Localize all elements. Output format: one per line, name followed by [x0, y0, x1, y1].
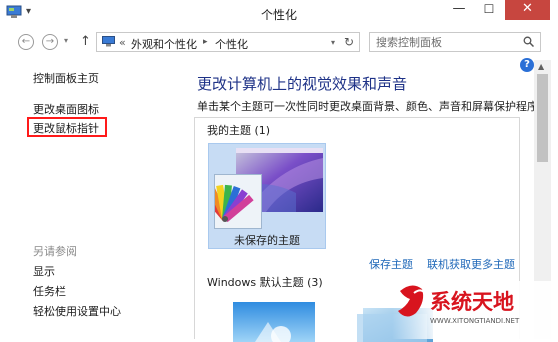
- back-button[interactable]: ←: [18, 34, 34, 50]
- breadcrumb-separator-icon[interactable]: ▸: [203, 37, 208, 47]
- ease-of-access-center-link[interactable]: 轻松使用设置中心: [33, 303, 121, 319]
- maximize-button[interactable]: ☐: [475, 0, 503, 20]
- search-input[interactable]: [376, 35, 516, 49]
- control-panel-icon: [102, 36, 115, 47]
- site-watermark-logo: 系统天地 WWW.XITONGTIANDI.NET: [392, 281, 558, 339]
- scroll-up-arrow-icon[interactable]: ▲: [538, 62, 544, 71]
- title-bar: ▾ 个性化 — ☐ ✕: [0, 0, 558, 29]
- save-theme-link[interactable]: 保存主题: [369, 256, 413, 272]
- address-overflow-chevron[interactable]: «: [119, 36, 126, 49]
- taskbar-link[interactable]: 任务栏: [33, 283, 66, 299]
- change-desktop-icons-link[interactable]: 更改桌面图标: [33, 101, 99, 117]
- search-box[interactable]: [369, 32, 541, 52]
- control-panel-home-link[interactable]: 控制面板主页: [33, 70, 99, 86]
- annotation-highlight-box: [27, 117, 107, 137]
- my-themes-header: 我的主题 (1): [207, 124, 271, 137]
- windows-theme-tile[interactable]: [233, 302, 315, 342]
- recent-locations-dropdown-icon[interactable]: ▾: [64, 36, 68, 45]
- breadcrumb-appearance[interactable]: 外观和个性化: [131, 36, 197, 52]
- unsaved-theme-label: 未保存的主题: [234, 234, 300, 247]
- up-button[interactable]: ↑: [80, 34, 91, 49]
- minimize-button[interactable]: —: [445, 0, 473, 20]
- windows-default-themes-header: Windows 默认主题 (3): [207, 276, 323, 289]
- watermark-url-text: WWW.XITONGTIANDI.NET: [430, 317, 520, 325]
- get-more-themes-online-link[interactable]: 联机获取更多主题: [427, 256, 515, 272]
- help-icon[interactable]: ?: [520, 58, 534, 72]
- color-swatch-fan-icon: [200, 184, 254, 223]
- display-link[interactable]: 显示: [33, 263, 55, 279]
- address-bar[interactable]: « 外观和个性化 ▸ 个性化 ▾ ↻: [96, 32, 360, 52]
- address-dropdown-icon[interactable]: ▾: [331, 38, 335, 47]
- scrollbar-thumb[interactable]: [537, 74, 548, 162]
- search-icon[interactable]: [523, 36, 534, 47]
- theme-color-palette-thumbnail: [200, 174, 262, 229]
- watermark-brand-text: 系统天地: [430, 290, 514, 314]
- left-task-pane: 控制面板主页 更改桌面图标 更改鼠标指针 另请参阅 显示 任务栏 轻松使用设置中…: [0, 56, 178, 339]
- close-button[interactable]: ✕: [505, 0, 550, 20]
- breadcrumb-personalization[interactable]: 个性化: [215, 36, 248, 52]
- page-description: 单击某个主题可一次性同时更改桌面背景、颜色、声音和屏幕保护程序。: [197, 100, 549, 113]
- watermark-graphic: 系统天地 WWW.XITONGTIANDI.NET: [392, 281, 558, 339]
- forward-button[interactable]: →: [42, 34, 58, 50]
- see-also-heading: 另请参阅: [33, 245, 77, 258]
- navigation-bar: ← → ▾ ↑ « 外观和个性化 ▸ 个性化 ▾ ↻: [0, 28, 558, 56]
- refresh-button[interactable]: ↻: [344, 35, 354, 49]
- page-title: 更改计算机上的视觉效果和声音: [197, 75, 408, 93]
- unsaved-theme-tile[interactable]: 未保存的主题: [200, 143, 326, 249]
